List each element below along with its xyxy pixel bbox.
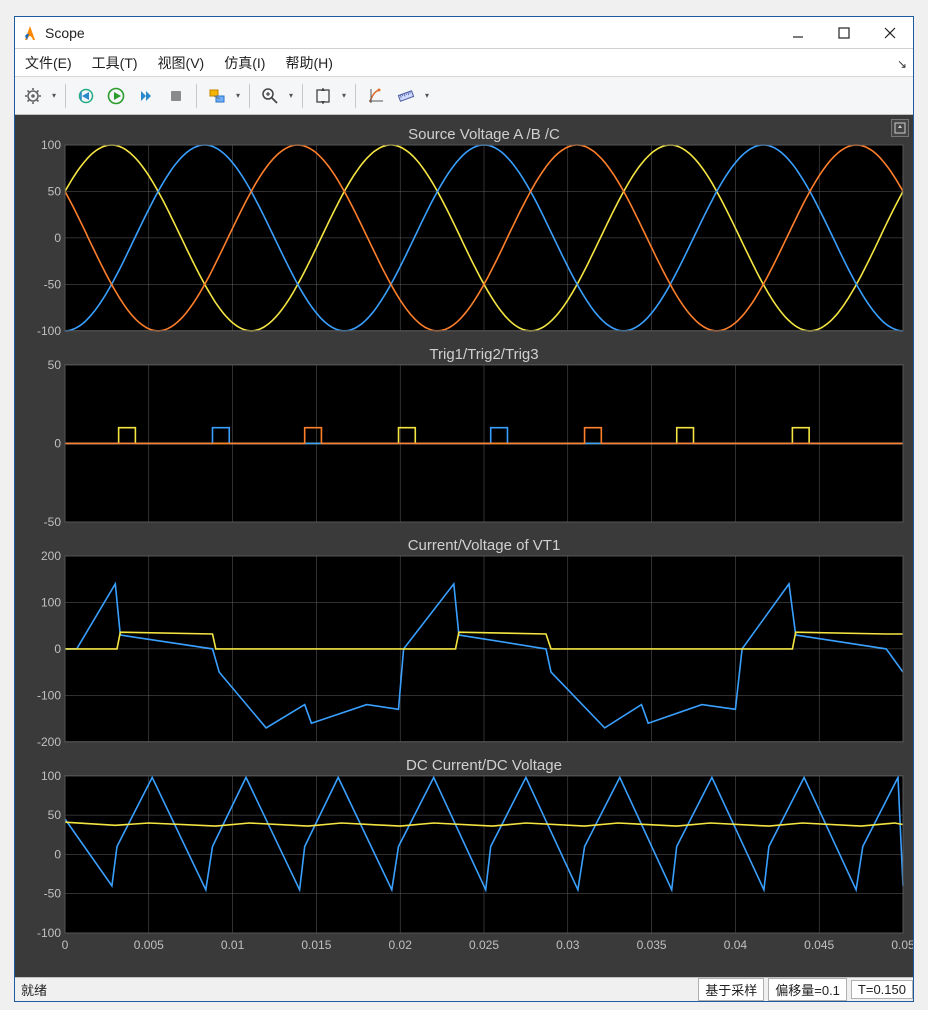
svg-text:0.01: 0.01 [221,938,245,952]
zoom-button[interactable] [256,82,284,110]
minimize-icon [792,27,804,39]
svg-text:-100: -100 [37,926,61,940]
maximize-button[interactable] [821,17,867,49]
fit-icon [314,87,332,105]
svg-text:50: 50 [48,808,62,822]
menubar: 文件(E) 工具(T) 视图(V) 仿真(I) 帮助(H) ↘ [15,49,913,77]
fit-dropdown[interactable]: ▾ [339,82,349,110]
close-icon [884,27,896,39]
fit-to-view-button[interactable] [309,82,337,110]
toolbar-separator [355,84,356,108]
titlebar: Scope [15,17,913,49]
menu-view[interactable]: 视图(V) [154,51,209,75]
svg-text:0: 0 [54,436,61,450]
close-button[interactable] [867,17,913,49]
svg-text:0.03: 0.03 [556,938,580,952]
statusbar: 就绪 基于采样 偏移量=0.1 T=0.150 [15,977,913,1001]
menu-simulation[interactable]: 仿真(I) [220,51,269,75]
run-button[interactable] [102,82,130,110]
status-ready: 就绪 [15,980,694,999]
svg-text:100: 100 [41,769,61,783]
window-title: Scope [45,25,775,41]
step-forward-icon [137,87,155,105]
svg-text:Trig1/Trig2/Trig3: Trig1/Trig2/Trig3 [429,346,538,363]
svg-text:100: 100 [41,595,61,609]
status-time: T=0.150 [851,980,913,999]
highlight-dropdown[interactable]: ▾ [233,82,243,110]
scope-plot: Source Voltage A /B /C -100 -50 0 50 100 Trig1… [15,115,913,955]
stop-button[interactable] [162,82,190,110]
svg-text:0: 0 [54,847,61,861]
toolbar-separator [249,84,250,108]
svg-text:0.045: 0.045 [804,938,834,952]
svg-text:0: 0 [62,938,69,952]
zoom-dropdown[interactable]: ▾ [286,82,296,110]
expand-icon [894,122,906,134]
step-back-button[interactable] [72,82,100,110]
svg-text:50: 50 [48,358,62,372]
matlab-icon [21,24,39,42]
svg-text:200: 200 [41,549,61,563]
svg-text:0.04: 0.04 [724,938,748,952]
status-offset: 偏移量=0.1 [768,978,847,1001]
config-dropdown[interactable]: ▾ [49,82,59,110]
svg-text:100: 100 [41,138,61,152]
svg-text:-50: -50 [44,277,62,291]
svg-text:0: 0 [54,231,61,245]
zoom-in-icon [261,87,279,105]
svg-text:Current/Voltage of VT1: Current/Voltage of VT1 [408,537,561,554]
svg-text:0: 0 [54,642,61,656]
svg-text:-200: -200 [37,735,61,749]
menu-help[interactable]: 帮助(H) [281,51,336,75]
svg-text:0.035: 0.035 [637,938,667,952]
config-button[interactable] [19,82,47,110]
status-sampled: 基于采样 [698,978,764,1001]
minimize-button[interactable] [775,17,821,49]
step-forward-button[interactable] [132,82,160,110]
maximize-icon [838,27,850,39]
svg-text:-50: -50 [44,515,62,529]
svg-text:0.02: 0.02 [389,938,413,952]
toolbar: ▾ ▾ ▾ ▾ [15,77,913,115]
ruler-icon [397,87,415,105]
menu-tools[interactable]: 工具(T) [88,51,142,75]
scope-window: Scope 文件(E) 工具(T) 视图(V) 仿真(I) 帮助(H) ↘ ▾ [14,16,914,1002]
svg-text:-100: -100 [37,688,61,702]
svg-text:0.005: 0.005 [134,938,164,952]
svg-text:-100: -100 [37,324,61,338]
highlight-button[interactable] [203,82,231,110]
step-back-icon [77,87,95,105]
toolbar-separator [196,84,197,108]
ruler-button[interactable] [392,82,420,110]
help-dropdown-icon[interactable]: ↘ [897,57,907,71]
svg-text:-50: -50 [44,887,62,901]
toolbar-separator [65,84,66,108]
toolbar-separator [302,84,303,108]
menu-file[interactable]: 文件(E) [21,51,76,75]
svg-text:DC Current/DC Voltage: DC Current/DC Voltage [406,757,562,774]
maximize-axes-button[interactable] [891,119,909,137]
play-icon [107,87,125,105]
ruler-dropdown[interactable]: ▾ [422,82,432,110]
svg-text:0.015: 0.015 [301,938,331,952]
scope-area[interactable]: Source Voltage A /B /C -100 -50 0 50 100 Trig1… [15,115,913,977]
svg-text:Source Voltage A /B /C: Source Voltage A /B /C [408,126,560,143]
window-controls [775,17,913,48]
svg-text:50: 50 [48,184,62,198]
cursor-icon [367,87,385,105]
svg-text:0.025: 0.025 [469,938,499,952]
svg-text:0.05: 0.05 [891,938,913,952]
highlight-icon [208,87,226,105]
stop-icon [167,87,185,105]
gear-icon [24,87,42,105]
cursor-measure-button[interactable] [362,82,390,110]
